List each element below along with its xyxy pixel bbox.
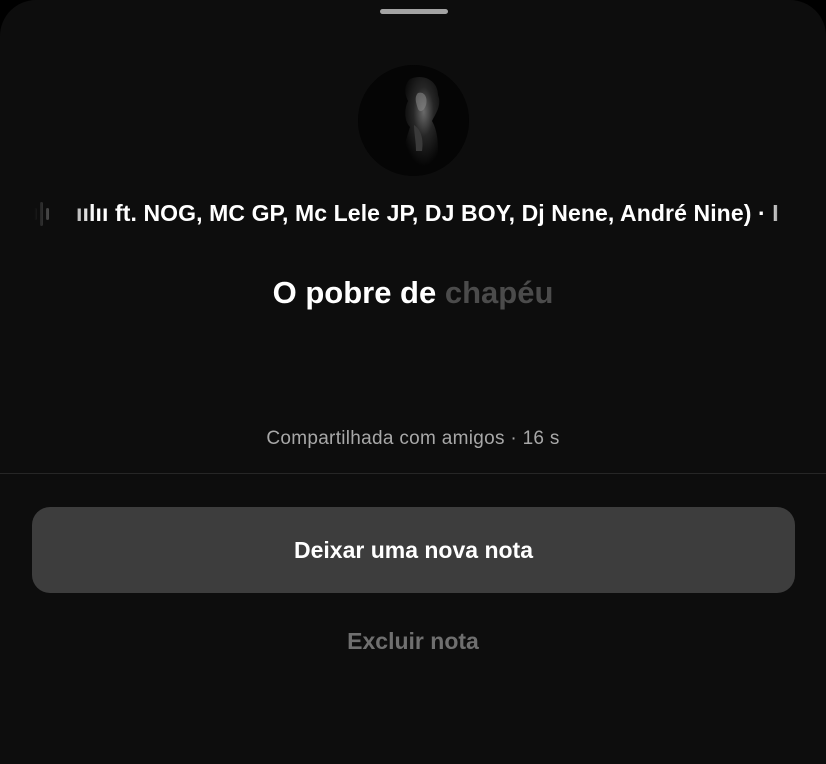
divider (0, 473, 826, 474)
note-bottom-sheet: ıılıı ft. NOG, MC GP, Mc Lele JP, DJ BOY… (0, 0, 826, 764)
music-track-text: ıılıı ft. NOG, MC GP, Mc Lele JP, DJ BOY… (76, 200, 779, 226)
audio-wave-icon (34, 202, 49, 226)
delete-note-button[interactable]: Excluir nota (0, 628, 826, 655)
note-text: O pobre de chapéu (0, 275, 826, 311)
music-ticker[interactable]: ıılıı ft. NOG, MC GP, Mc Lele JP, DJ BOY… (34, 196, 792, 232)
note-text-shown: O pobre de (272, 275, 445, 310)
avatar (358, 65, 469, 176)
leave-new-note-button[interactable]: Deixar uma nova nota (32, 507, 795, 593)
note-text-fading: chapéu (444, 275, 554, 310)
profile-photo (358, 65, 469, 176)
shared-status: Compartilhada com amigos · 16 s (266, 428, 560, 449)
drag-handle[interactable] (380, 9, 448, 14)
